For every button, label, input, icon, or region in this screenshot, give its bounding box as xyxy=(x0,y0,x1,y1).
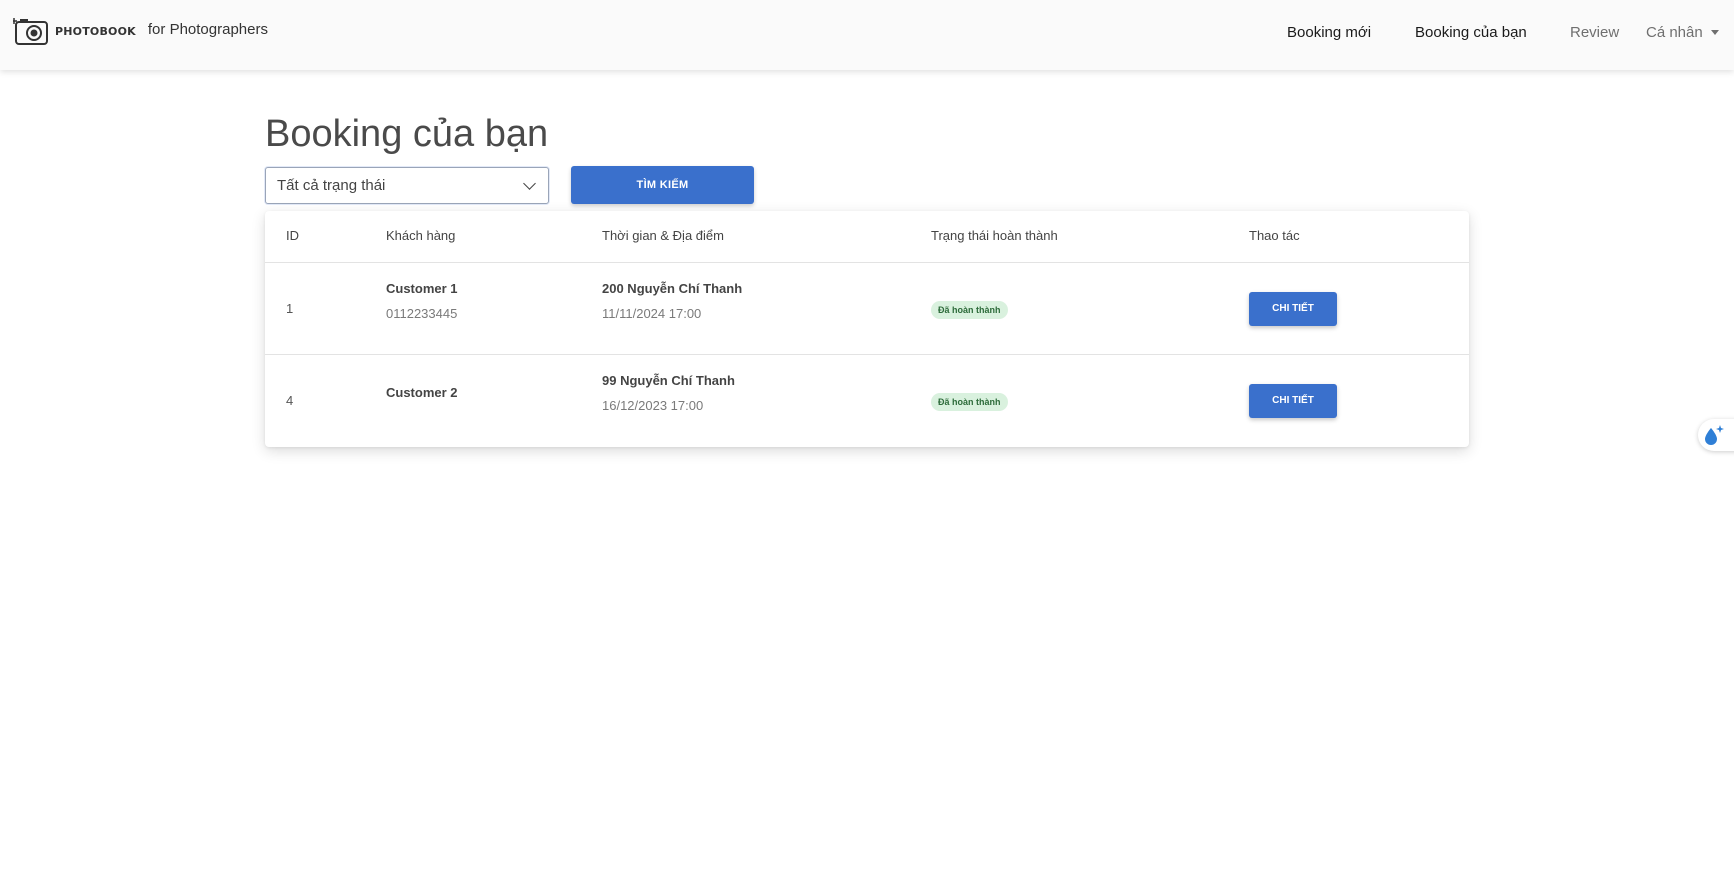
status-filter-value: Tất cả trạng thái xyxy=(277,177,386,194)
floating-widget[interactable] xyxy=(1698,419,1734,451)
nav-item-personal[interactable]: Cá nhân xyxy=(1646,24,1719,41)
status-filter-select[interactable]: Tất cả trạng thái xyxy=(265,167,549,204)
camera-icon xyxy=(11,16,49,46)
brand-logo-text: PHOTOBOOK xyxy=(55,24,136,38)
booking-time: 16/12/2023 17:00 xyxy=(602,398,704,413)
nav-item-review[interactable]: Review xyxy=(1570,24,1619,41)
brand-subtitle: for Photographers xyxy=(147,20,268,38)
status-badge: Đã hoàn thành xyxy=(931,301,1008,319)
row-id: 1 xyxy=(286,301,294,316)
customer-name: Customer 2 xyxy=(386,385,458,400)
row-id: 4 xyxy=(286,393,294,408)
status-badge: Đã hoàn thành xyxy=(931,393,1008,411)
droplet-sparkle-icon xyxy=(1705,425,1724,445)
row-divider xyxy=(265,354,1469,355)
chevron-down-icon xyxy=(523,177,536,190)
page-title: Booking của bạn xyxy=(265,113,549,155)
customer-name: Customer 1 xyxy=(386,281,458,296)
brand[interactable]: PHOTOBOOK for Photographers xyxy=(11,16,268,46)
booking-table: ID Khách hàng Thời gian & Địa điểm Trạng… xyxy=(265,211,1469,447)
row-divider xyxy=(265,262,1469,263)
detail-button[interactable]: CHI TIẾT xyxy=(1249,292,1337,326)
column-header-id: ID xyxy=(286,228,299,243)
nav-item-personal-label: Cá nhân xyxy=(1646,24,1703,41)
column-header-time-location: Thời gian & Địa điểm xyxy=(602,228,724,243)
column-header-actions: Thao tác xyxy=(1249,228,1300,243)
booking-location: 200 Nguyễn Chí Thanh xyxy=(602,281,743,296)
column-header-customer: Khách hàng xyxy=(386,228,456,243)
column-header-status: Trạng thái hoàn thành xyxy=(931,228,1058,243)
detail-button[interactable]: CHI TIẾT xyxy=(1249,384,1337,418)
caret-down-icon xyxy=(1710,30,1719,35)
nav-item-my-booking[interactable]: Booking của bạn xyxy=(1415,24,1527,41)
customer-phone: 0112233445 xyxy=(386,306,458,321)
booking-time: 11/11/2024 17:00 xyxy=(602,306,702,321)
search-button[interactable]: TÌM KIẾM xyxy=(571,166,754,204)
booking-location: 99 Nguyễn Chí Thanh xyxy=(602,373,735,388)
nav-item-new-booking[interactable]: Booking mới xyxy=(1287,24,1371,41)
top-navbar: PHOTOBOOK for Photographers Booking mới … xyxy=(0,0,1734,70)
